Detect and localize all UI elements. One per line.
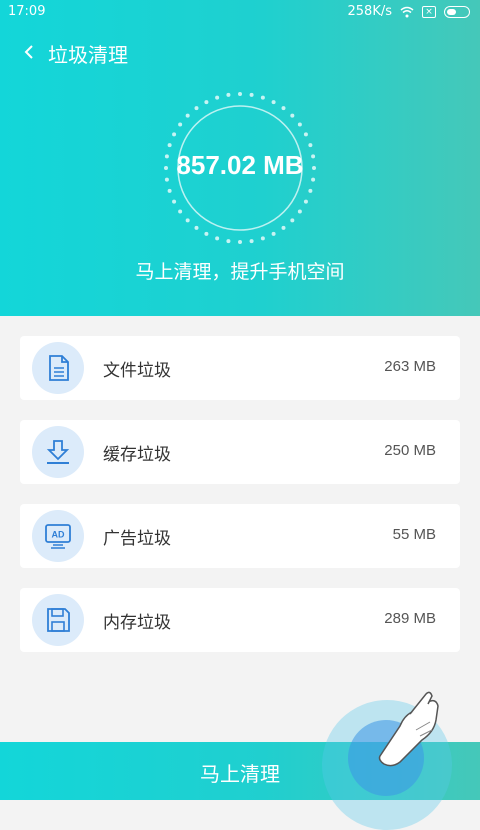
ring-dot — [172, 132, 177, 137]
ring-dot — [167, 143, 172, 148]
ring-dot — [194, 225, 199, 230]
ring-dot — [290, 113, 295, 118]
icon-circle — [32, 426, 84, 478]
junk-item-cache[interactable]: 缓存垃圾 250 MB — [20, 420, 460, 484]
ring-dot — [226, 92, 231, 97]
document-icon — [49, 355, 69, 381]
icon-circle — [32, 594, 84, 646]
status-time: 17:09 — [8, 4, 46, 19]
header-subtitle: 马上清理，提升手机空间 — [135, 261, 345, 283]
page-title: 垃圾清理 — [48, 43, 128, 67]
junk-item-file[interactable]: 文件垃圾 263 MB — [20, 336, 460, 400]
ring-dot — [308, 188, 313, 193]
total-junk-size: 857.02 MB — [176, 150, 304, 180]
ring-dot — [303, 199, 308, 204]
junk-item-size: 250 MB — [384, 442, 436, 459]
ring-dot — [249, 92, 254, 97]
junk-item-memory[interactable]: 内存垃圾 289 MB — [20, 588, 460, 652]
ring-dot — [297, 209, 302, 214]
ring-dot — [281, 106, 286, 111]
ring-dot — [172, 199, 177, 204]
icon-circle: AD — [32, 510, 84, 562]
junk-item-size: 289 MB — [384, 610, 436, 627]
ring-dot — [178, 209, 183, 214]
ad-monitor-icon: AD — [45, 524, 71, 549]
no-sim-icon: × — [422, 5, 436, 18]
junk-item-label: 文件垃圾 — [103, 361, 171, 381]
ring-dot — [185, 113, 190, 118]
ring-dot — [271, 231, 276, 236]
pointing-hand-icon — [378, 691, 439, 767]
svg-text:AD: AD — [52, 530, 65, 540]
network-speed: 258K/s — [347, 4, 393, 19]
back-arrow-icon[interactable] — [20, 40, 44, 64]
ring-dot — [167, 188, 172, 193]
ring-dot — [238, 92, 242, 96]
ring-dot — [215, 95, 220, 100]
ring-dot — [297, 122, 302, 127]
junk-item-label: 内存垃圾 — [103, 613, 171, 633]
junk-item-label: 广告垃圾 — [103, 529, 171, 549]
status-bar: 17:09 258K/s × — [0, 0, 480, 24]
ring-dot — [308, 143, 313, 148]
ring-dot — [204, 100, 209, 105]
ring-dot — [260, 236, 265, 241]
junk-item-size: 55 MB — [392, 526, 436, 543]
top-bar: 垃圾清理 — [0, 34, 480, 74]
ring-dot — [226, 239, 231, 244]
ring-dot — [215, 236, 220, 241]
ring-dot — [271, 100, 276, 105]
ring-dot — [260, 95, 265, 100]
icon-circle — [32, 342, 84, 394]
junk-item-label: 缓存垃圾 — [103, 445, 171, 465]
ring-dot — [290, 218, 295, 223]
ring-dot — [249, 239, 254, 244]
ring-dot — [178, 122, 183, 127]
wifi-icon — [400, 6, 414, 17]
header-banner: 17:09 258K/s × 垃圾清理 857.02 MB 马上清理，提升手机空… — [0, 0, 480, 316]
ring-dot — [303, 132, 308, 137]
ring-dot — [204, 231, 209, 236]
status-right: 258K/s × — [347, 4, 470, 19]
floppy-disk-icon — [47, 608, 70, 632]
battery-icon — [444, 5, 470, 18]
junk-item-ad[interactable]: AD 广告垃圾 55 MB — [20, 504, 460, 568]
ring-dot — [281, 225, 286, 230]
ring-dot — [185, 218, 190, 223]
junk-item-size: 263 MB — [384, 358, 436, 375]
ring-dot — [238, 240, 242, 244]
ring-dot — [194, 106, 199, 111]
download-icon — [46, 440, 70, 464]
